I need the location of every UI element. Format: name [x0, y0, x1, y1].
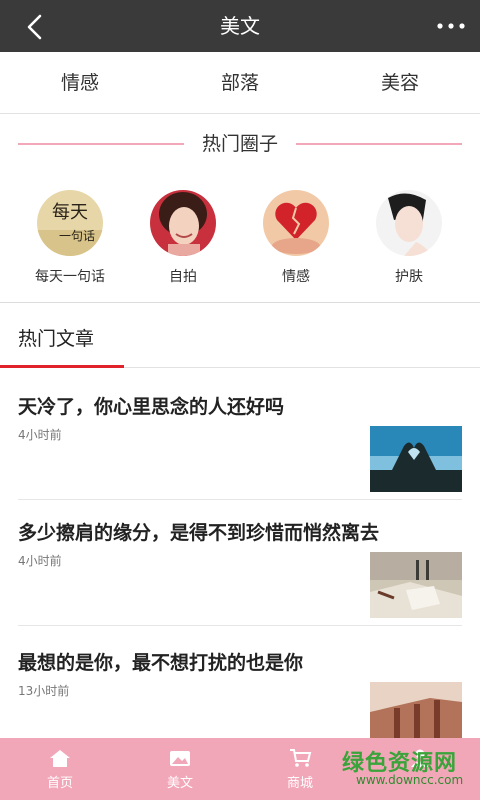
cart-icon — [290, 749, 312, 767]
active-tab-underline — [0, 365, 124, 368]
circle-label: 每天一句话 — [35, 269, 105, 285]
circle-label: 护肤 — [395, 269, 423, 285]
circle-item-meitian[interactable]: 每天 一句话 每天一句话 — [15, 190, 125, 286]
image-text-line2: 一句话 — [59, 229, 95, 243]
nav-item-meiwen[interactable]: 美文 — [120, 738, 240, 800]
hot-circles-header: 热门圈子 — [0, 122, 480, 166]
circle-label: 情感 — [282, 269, 310, 285]
circle-avatar: 每天 一句话 — [37, 190, 103, 256]
circle-item-hufu[interactable]: 护肤 — [354, 190, 464, 286]
tab-qinggan[interactable]: 情感 — [0, 52, 160, 113]
section-title[interactable]: 热门文章 — [18, 324, 94, 351]
nav-item-home[interactable]: 首页 — [0, 738, 120, 800]
article-title: 天冷了，你心里思念的人还好吗 — [18, 396, 285, 418]
more-dots-icon[interactable] — [436, 14, 466, 38]
circle-item-qinggan[interactable]: 情感 — [241, 190, 351, 286]
circle-avatar — [150, 190, 216, 256]
article-title: 最想的是你，最不想打扰的也是你 — [18, 652, 304, 674]
gallery-icon — [170, 751, 190, 766]
circle-avatar — [263, 190, 329, 256]
article-thumbnail — [370, 552, 462, 618]
watermark: 绿色资源网 www.downcc.com — [342, 745, 464, 793]
nav-label: 首页 — [46, 776, 73, 791]
divider-line — [296, 143, 462, 145]
hot-circles-list: 每天 一句话 每天一句话 自拍 情感 护肤 — [0, 190, 480, 298]
article-item[interactable]: 天冷了，你心里思念的人还好吗 4小时前 — [18, 374, 462, 500]
circle-item-zipai[interactable]: 自拍 — [128, 190, 238, 286]
nav-label: 美文 — [166, 776, 193, 791]
tab-meirong[interactable]: 美容 — [320, 52, 480, 113]
article-thumbnail — [370, 426, 462, 492]
article-time: 13小时前 — [18, 684, 70, 698]
article-time: 4小时前 — [18, 428, 62, 442]
image-text-line1: 每天 — [52, 202, 88, 223]
watermark-url: www.downcc.com — [356, 773, 464, 787]
home-icon — [50, 750, 70, 767]
circle-label: 自拍 — [169, 269, 197, 285]
article-title: 多少擦肩的缘分，是得不到珍惜而悄然离去 — [18, 522, 380, 544]
circle-avatar — [376, 190, 442, 256]
article-item[interactable]: 多少擦肩的缘分，是得不到珍惜而悄然离去 4小时前 — [18, 500, 462, 626]
page-title: 美文 — [220, 14, 260, 38]
top-bar: 美文 — [0, 0, 480, 52]
category-tabs: 情感 部落 美容 — [0, 52, 480, 114]
tab-buluo[interactable]: 部落 — [160, 52, 320, 113]
section-divider — [0, 302, 480, 303]
hot-articles-header: 热门文章 — [0, 312, 480, 368]
article-time: 4小时前 — [18, 554, 62, 568]
